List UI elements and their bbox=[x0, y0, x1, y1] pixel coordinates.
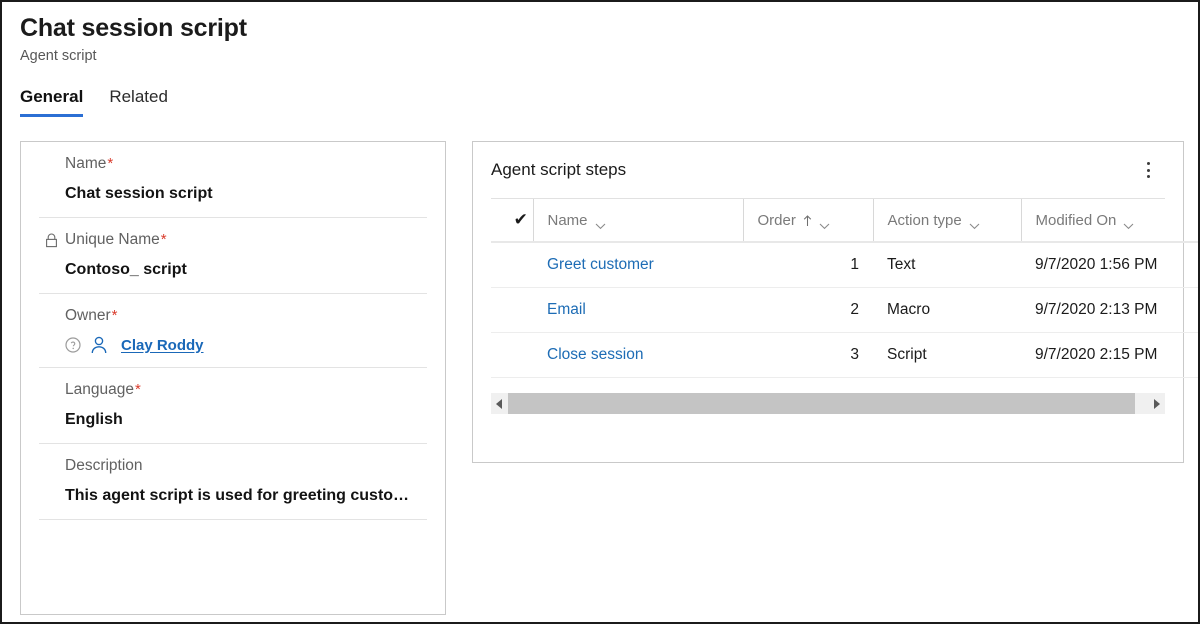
scroll-right-button[interactable] bbox=[1148, 393, 1165, 414]
column-header-modified-on[interactable]: Modified On bbox=[1021, 199, 1200, 242]
required-marker: * bbox=[107, 153, 113, 175]
row-order-cell: 2 bbox=[743, 288, 873, 333]
column-header-action-type[interactable]: Action type bbox=[873, 199, 1021, 242]
row-action-cell: Macro bbox=[873, 288, 1021, 333]
tabstrip: General Related bbox=[20, 86, 168, 117]
table-row[interactable]: Email 2 Macro 9/7/2020 2:13 PM bbox=[491, 288, 1200, 333]
field-language-label-text: Language bbox=[65, 379, 134, 401]
row-name-cell: Close session bbox=[533, 333, 743, 378]
field-description-value[interactable]: This agent script is used for greeting c… bbox=[65, 485, 427, 507]
field-description: Description This agent script is used fo… bbox=[39, 444, 427, 520]
row-name-link[interactable]: Email bbox=[547, 301, 586, 318]
grid-wrapper: ✔ Name Order bbox=[473, 199, 1183, 378]
sort-ascending-icon bbox=[803, 214, 812, 226]
table-body: Greet customer 1 Text 9/7/2020 1:56 PM E… bbox=[491, 242, 1200, 378]
required-marker: * bbox=[112, 305, 118, 327]
lock-icon bbox=[43, 232, 60, 249]
table-header-row: ✔ Name Order bbox=[491, 199, 1200, 242]
owner-link[interactable]: Clay Roddy bbox=[121, 337, 204, 354]
field-name-label: Name* bbox=[65, 153, 427, 175]
row-name-link[interactable]: Close session bbox=[547, 346, 644, 363]
grid-title: Agent script steps bbox=[491, 158, 626, 182]
field-unique-name-value[interactable]: Contoso_ script bbox=[65, 259, 427, 281]
row-modified-cell: 9/7/2020 1:56 PM bbox=[1021, 242, 1200, 288]
column-header-name-label: Name bbox=[548, 212, 588, 229]
field-language-value[interactable]: English bbox=[65, 409, 427, 431]
field-name-label-text: Name bbox=[65, 153, 106, 175]
tab-related[interactable]: Related bbox=[109, 86, 168, 117]
row-action-cell: Text bbox=[873, 242, 1021, 288]
field-name-value[interactable]: Chat session script bbox=[65, 183, 427, 205]
app-screen: Chat session script Agent script General… bbox=[0, 0, 1200, 624]
more-options-icon[interactable] bbox=[1135, 156, 1161, 184]
column-header-order[interactable]: Order bbox=[743, 199, 873, 242]
field-unique-name: Unique Name* Contoso_ script bbox=[39, 218, 427, 294]
row-select-cell[interactable] bbox=[491, 288, 533, 333]
form-body: Name* Chat session script Unique Name* C… bbox=[21, 142, 445, 520]
row-name-link[interactable]: Greet customer bbox=[547, 256, 654, 273]
field-unique-name-label: Unique Name* bbox=[43, 229, 427, 251]
required-marker: * bbox=[161, 229, 167, 251]
column-header-modified-on-label: Modified On bbox=[1036, 212, 1117, 229]
chevron-down-icon[interactable] bbox=[595, 217, 606, 224]
row-select-cell[interactable] bbox=[491, 333, 533, 378]
table-row[interactable]: Close session 3 Script 9/7/2020 2:15 PM bbox=[491, 333, 1200, 378]
field-language: Language* English bbox=[39, 368, 427, 444]
chevron-down-icon[interactable] bbox=[1123, 217, 1134, 224]
table-head: ✔ Name Order bbox=[491, 199, 1200, 242]
page-title: Chat session script bbox=[20, 12, 247, 44]
scrollbar-thumb[interactable] bbox=[508, 393, 1135, 414]
column-header-name[interactable]: Name bbox=[533, 199, 743, 242]
field-description-label: Description bbox=[65, 455, 427, 477]
field-unique-name-label-text: Unique Name bbox=[65, 229, 160, 251]
row-modified-cell: 9/7/2020 2:13 PM bbox=[1021, 288, 1200, 333]
chevron-down-icon[interactable] bbox=[819, 217, 830, 224]
person-icon bbox=[89, 335, 109, 355]
row-select-cell[interactable] bbox=[491, 242, 533, 288]
field-owner-label: Owner* bbox=[65, 305, 427, 327]
row-action-cell: Script bbox=[873, 333, 1021, 378]
horizontal-scrollbar[interactable] bbox=[491, 393, 1165, 414]
row-order-cell: 1 bbox=[743, 242, 873, 288]
grid-header: Agent script steps bbox=[473, 142, 1183, 198]
select-all-header[interactable]: ✔ bbox=[491, 199, 533, 242]
required-marker: * bbox=[135, 379, 141, 401]
field-language-label: Language* bbox=[65, 379, 427, 401]
table-row[interactable]: Greet customer 1 Text 9/7/2020 1:56 PM bbox=[491, 242, 1200, 288]
row-name-cell: Email bbox=[533, 288, 743, 333]
row-order-cell: 3 bbox=[743, 333, 873, 378]
scrollbar-track[interactable] bbox=[508, 393, 1148, 414]
page-subtitle: Agent script bbox=[20, 45, 247, 67]
row-modified-cell: 9/7/2020 2:15 PM bbox=[1021, 333, 1200, 378]
chevron-down-icon[interactable] bbox=[969, 217, 980, 224]
agent-script-steps-card: Agent script steps ✔ bbox=[472, 141, 1184, 463]
check-icon[interactable]: ✔ bbox=[514, 210, 528, 229]
field-owner: Owner* bbox=[39, 294, 427, 368]
tab-general[interactable]: General bbox=[20, 86, 83, 117]
row-name-cell: Greet customer bbox=[533, 242, 743, 288]
scroll-left-button[interactable] bbox=[491, 393, 508, 414]
column-header-action-type-label: Action type bbox=[888, 212, 962, 229]
steps-table: ✔ Name Order bbox=[491, 199, 1200, 378]
page-header: Chat session script Agent script bbox=[20, 12, 247, 67]
field-owner-label-text: Owner bbox=[65, 305, 111, 327]
presence-status-icon bbox=[65, 337, 81, 353]
field-name: Name* Chat session script bbox=[39, 142, 427, 218]
owner-value-row: Clay Roddy bbox=[65, 335, 427, 355]
column-header-order-label: Order bbox=[758, 212, 796, 229]
general-form-card: Name* Chat session script Unique Name* C… bbox=[20, 141, 446, 615]
